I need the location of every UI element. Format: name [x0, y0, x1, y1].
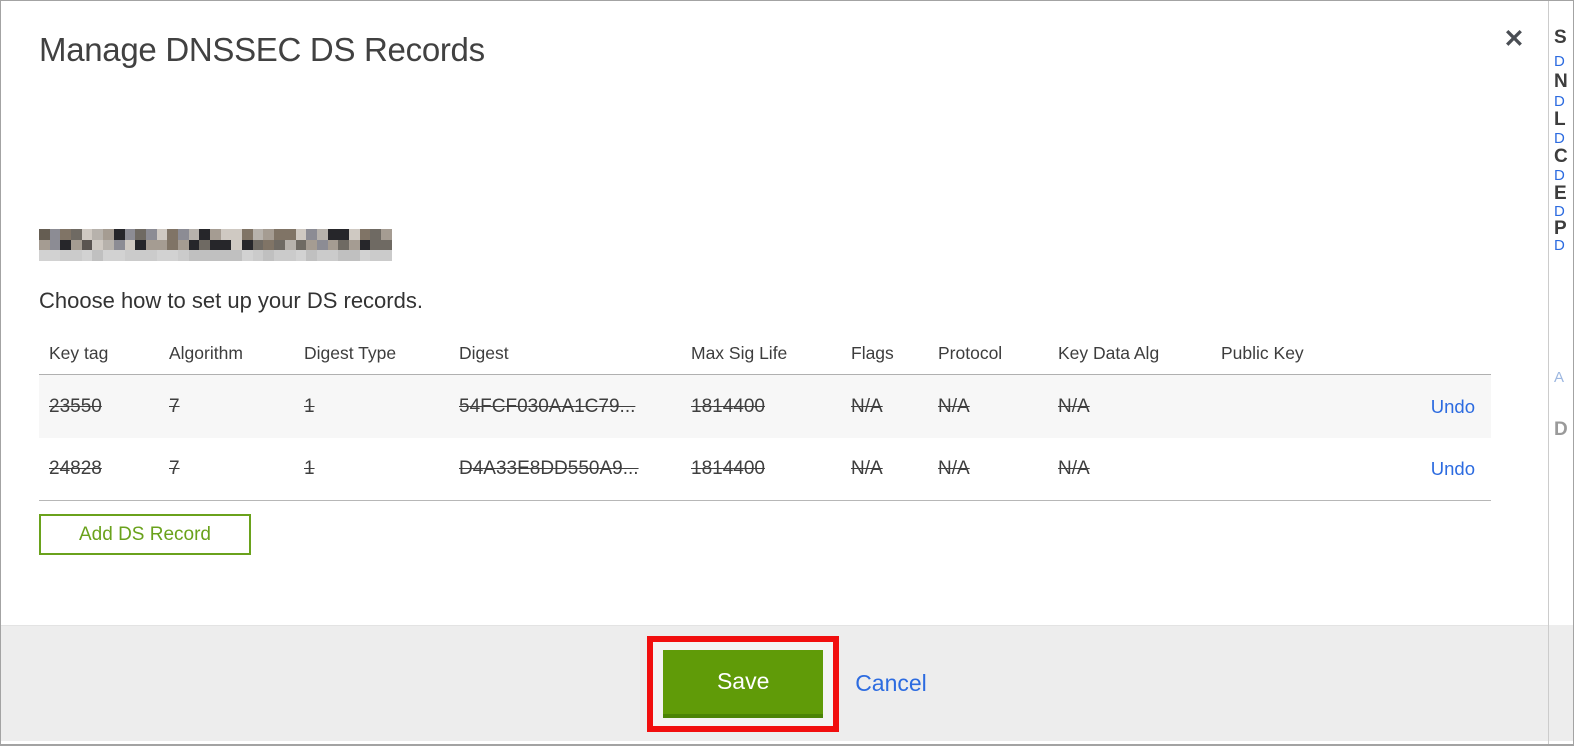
ds-records-table: Key tag Algorithm Digest Type Digest Max Sig…: [39, 333, 1491, 501]
page-title: Manage DNSSEC DS Records: [39, 31, 485, 68]
background-page-fragment: S: [1554, 27, 1567, 48]
column-header: Flags: [851, 343, 894, 363]
background-page-fragment: D: [1554, 167, 1565, 184]
redacted-domain-name: [39, 229, 392, 262]
background-page-fragment: D: [1554, 237, 1565, 254]
column-header: Public Key: [1221, 343, 1304, 363]
table-cell: D4A33E8DD550A9...: [459, 458, 639, 479]
table-cell: N/A: [851, 458, 883, 479]
column-header: Protocol: [938, 343, 1003, 363]
table-cell: 23550: [49, 395, 102, 417]
undo-link[interactable]: Undo: [1411, 396, 1491, 418]
table-header-row: Key tag Algorithm Digest Type Digest Max Sig…: [39, 333, 1491, 375]
table-cell: 7: [169, 458, 180, 479]
column-header: Digest Type: [304, 343, 397, 363]
column-header: Max Sig Life: [691, 343, 788, 363]
undo-link[interactable]: Undo: [1411, 458, 1491, 480]
background-page-fragment: C: [1554, 146, 1568, 167]
background-page-fragment: N: [1554, 71, 1568, 92]
table-cell: 1: [304, 395, 315, 417]
background-page-fragment: D: [1554, 419, 1568, 440]
background-page-fragment: D: [1554, 130, 1565, 147]
table-cell: 1: [304, 458, 315, 479]
table-row: 23550 7 1 54FCF030AA1C79... 1814400 N/A N/A N/A…: [39, 375, 1491, 438]
background-page-fragment: L: [1554, 109, 1566, 130]
footer-strip-extension: [1549, 625, 1573, 741]
table-cell: N/A: [938, 458, 970, 479]
column-header: Algorithm: [169, 343, 243, 363]
table-cell: N/A: [1058, 395, 1090, 417]
table-cell: 1814400: [691, 395, 765, 417]
table-cell: N/A: [938, 395, 970, 417]
background-page-fragment: A: [1554, 369, 1565, 386]
add-ds-record-button[interactable]: Add DS Record: [39, 514, 251, 555]
table-cell: 1814400: [691, 458, 765, 479]
column-header: Digest: [459, 343, 509, 363]
table-cell: 7: [169, 395, 180, 417]
background-page-fragment: E: [1554, 183, 1567, 204]
background-page-fragment: D: [1554, 53, 1565, 70]
table-cell: N/A: [1058, 458, 1090, 479]
column-header: Key tag: [49, 343, 109, 363]
save-button[interactable]: Save: [663, 649, 824, 718]
cancel-link[interactable]: Cancel: [855, 670, 927, 697]
table-cell: 54FCF030AA1C79...: [459, 395, 636, 417]
subtitle: Choose how to set up your DS records.: [39, 288, 423, 313]
background-page-fragment: D: [1554, 93, 1565, 110]
table-cell: 24828: [49, 458, 102, 479]
modal-right-border: [1548, 1, 1549, 744]
column-header: Key Data Alg: [1058, 343, 1160, 363]
table-row: 24828 7 1 D4A33E8DD550A9... 1814400 N/A N/A N/A…: [39, 438, 1491, 501]
annotation-highlight-box: Save: [647, 635, 840, 732]
modal-footer: Save Cancel: [1, 625, 1573, 741]
screenshot-root: Manage DNSSEC DS Records ✕ Choose how to…: [0, 0, 1574, 746]
table-cell: N/A: [851, 395, 883, 417]
close-icon[interactable]: ✕: [1498, 23, 1530, 55]
